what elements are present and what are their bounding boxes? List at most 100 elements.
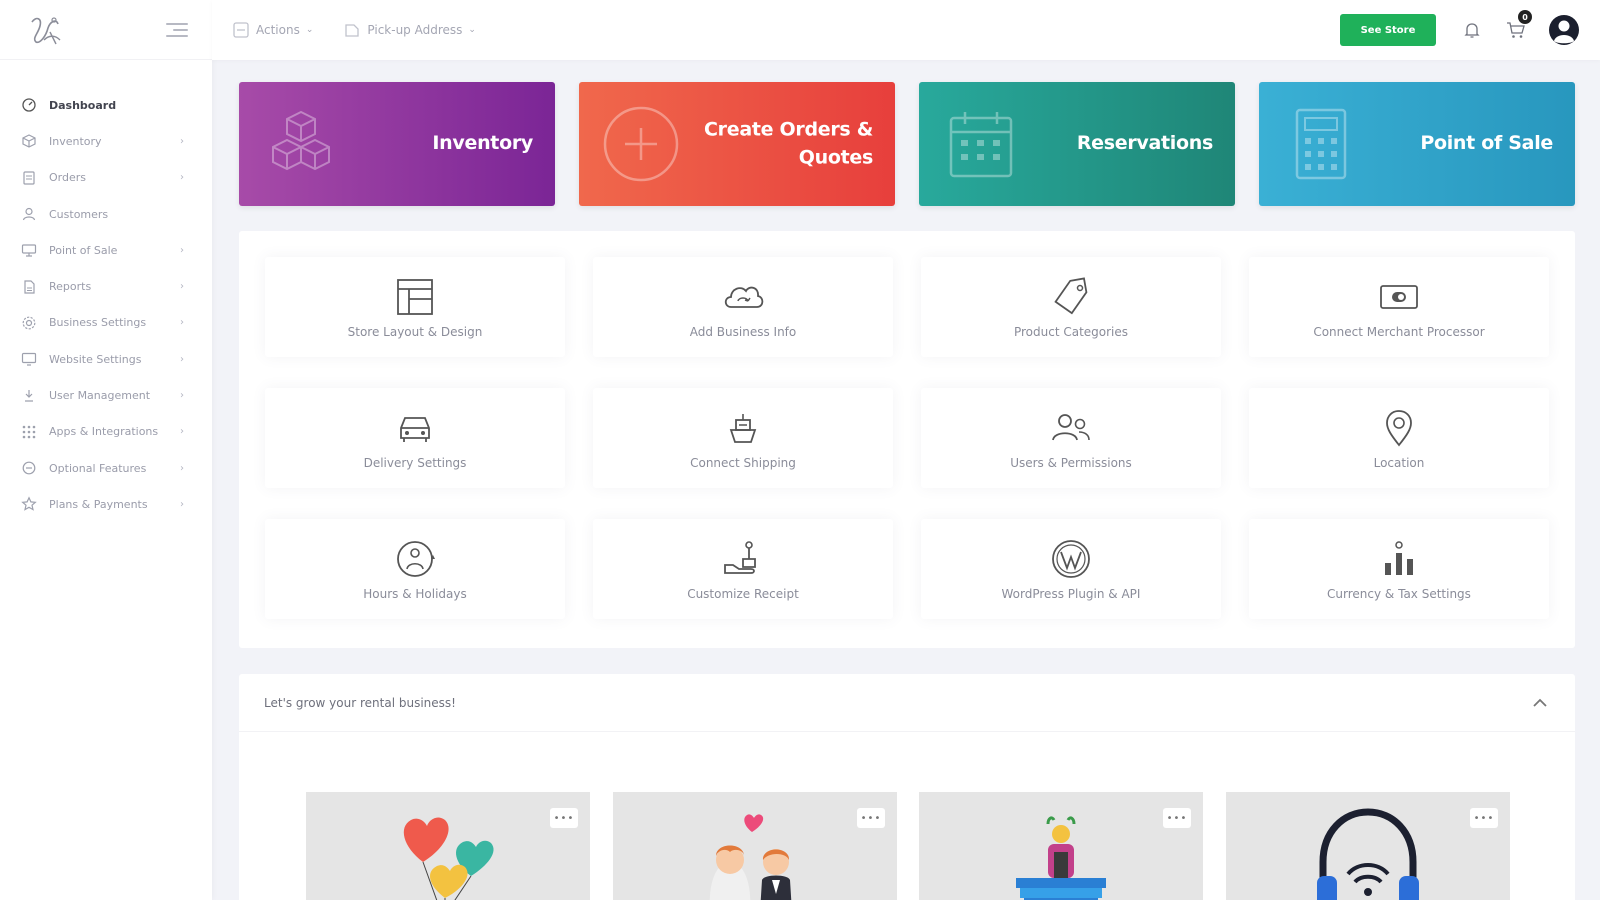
sidebar-item-optional-features[interactable]: Optional Features › [0, 450, 212, 486]
website-settings-icon [19, 349, 39, 369]
sidebar-item-business-settings[interactable]: Business Settings › [0, 305, 212, 341]
tag-icon [1049, 275, 1093, 319]
promo-menu-button[interactable]: ••• [1470, 808, 1498, 828]
grow-title: Let's grow your rental business! [264, 695, 456, 710]
wordpress-icon [1049, 537, 1093, 581]
currency-icon [1377, 537, 1421, 581]
chevron-right-icon: › [180, 498, 184, 510]
promo-card-balloons[interactable]: ••• [306, 792, 590, 900]
cart-icon[interactable]: 0 [1504, 10, 1532, 42]
dashboard-icon [19, 95, 39, 115]
promo-card-headphones[interactable]: ••• [1226, 792, 1510, 900]
pos-icon [19, 240, 39, 260]
sidebar-item-label: Optional Features [49, 461, 147, 475]
sidebar-item-label: Website Settings [49, 352, 142, 366]
point-of-sale-tile-label: Point of Sale [1420, 132, 1553, 155]
pickup-address-label: Pick-up Address [367, 23, 463, 37]
actions-label: Actions [256, 23, 300, 37]
receipt-icon [721, 537, 765, 581]
bell-icon[interactable] [1460, 18, 1484, 42]
currency-tax-settings-item[interactable]: Currency & Tax Settings [1249, 519, 1549, 619]
grow-header: Let's grow your rental business! [239, 674, 1575, 732]
promo-menu-button[interactable]: ••• [857, 808, 885, 828]
card-icon [1377, 275, 1421, 319]
setup-settings-card: Store Layout & Design Add Business Info … [239, 231, 1575, 648]
create-orders-line1: Create Orders & [704, 118, 873, 141]
point-of-sale-tile[interactable]: Point of Sale [1259, 82, 1575, 206]
promo-card-wedding[interactable]: ••• [613, 792, 897, 900]
location-item[interactable]: Location [1249, 388, 1549, 488]
ship-icon [721, 406, 765, 450]
connect-merchant-processor-item[interactable]: Connect Merchant Processor [1249, 257, 1549, 357]
calculator-icon [1295, 108, 1347, 180]
pickup-address-dropdown[interactable]: Pick-up Address ⌄ [343, 21, 476, 39]
podium-illustration [1016, 816, 1106, 900]
setting-label: Currency & Tax Settings [1327, 587, 1471, 601]
sidebar-item-customers[interactable]: Customers [0, 196, 212, 232]
pickup-icon [343, 21, 361, 39]
actions-dropdown[interactable]: Actions ⌄ [232, 21, 313, 39]
menu-toggle-icon[interactable] [166, 22, 188, 37]
add-business-info-item[interactable]: Add Business Info [593, 257, 893, 357]
create-orders-tile-label: Create Orders & Quotes [704, 116, 873, 171]
chevron-right-icon: › [180, 317, 184, 329]
sidebar-item-point-of-sale[interactable]: Point of Sale › [0, 232, 212, 268]
connect-shipping-item[interactable]: Connect Shipping [593, 388, 893, 488]
store-layout-design-item[interactable]: Store Layout & Design [265, 257, 565, 357]
users-icon [1049, 406, 1093, 450]
sidebar-item-plans-payments[interactable]: Plans & Payments › [0, 486, 212, 522]
boxes-icon [272, 110, 330, 171]
chevron-down-icon: ⌄ [305, 25, 314, 35]
promo-menu-button[interactable]: ••• [550, 808, 578, 828]
clock-icon [393, 537, 437, 581]
reservations-tile-label: Reservations [1076, 132, 1213, 155]
cart-count-badge: 0 [1518, 10, 1532, 24]
setting-label: Store Layout & Design [347, 325, 483, 339]
apps-icon [19, 422, 39, 442]
hours-holidays-item[interactable]: Hours & Holidays [265, 519, 565, 619]
delivery-settings-item[interactable]: Delivery Settings [265, 388, 565, 488]
plans-icon [19, 494, 39, 514]
promo-card-podium[interactable]: ••• [919, 792, 1203, 900]
sidebar-item-label: User Management [49, 389, 151, 403]
product-categories-item[interactable]: Product Categories [921, 257, 1221, 357]
create-orders-tile[interactable]: Create Orders & Quotes [579, 82, 895, 206]
sidebar-item-website-settings[interactable]: Website Settings › [0, 341, 212, 377]
chevron-right-icon: › [180, 353, 184, 365]
inventory-icon [19, 131, 39, 151]
avatar[interactable] [1548, 14, 1580, 46]
chevron-right-icon: › [180, 244, 184, 256]
setting-label: Add Business Info [689, 325, 797, 339]
users-permissions-item[interactable]: Users & Permissions [921, 388, 1221, 488]
orders-icon [19, 168, 39, 188]
sidebar-item-dashboard[interactable]: Dashboard [0, 87, 212, 123]
sidebar-item-user-management[interactable]: User Management › [0, 377, 212, 413]
inventory-tile[interactable]: Inventory [239, 82, 555, 206]
logo[interactable] [26, 10, 66, 50]
heart-balloons-illustration [403, 817, 494, 900]
sidebar-nav: Dashboard Inventory › Orders › Customers… [0, 60, 212, 523]
brand-bar [0, 0, 212, 60]
see-store-button[interactable]: See Store [1340, 14, 1436, 46]
setting-label: Location [1373, 456, 1425, 470]
sidebar-item-label: Reports [49, 280, 92, 294]
customize-receipt-item[interactable]: Customize Receipt [593, 519, 893, 619]
business-settings-icon [19, 313, 39, 333]
chevron-right-icon: › [180, 390, 184, 402]
sidebar-item-apps-integrations[interactable]: Apps & Integrations › [0, 414, 212, 450]
wordpress-plugin-api-item[interactable]: WordPress Plugin & API [921, 519, 1221, 619]
reservations-tile[interactable]: Reservations [919, 82, 1235, 206]
chevron-up-icon[interactable] [1530, 693, 1550, 713]
sidebar-item-orders[interactable]: Orders › [0, 160, 212, 196]
chevron-right-icon: › [180, 172, 184, 184]
sidebar-item-reports[interactable]: Reports › [0, 268, 212, 304]
chevron-right-icon: › [180, 462, 184, 474]
sidebar: Dashboard Inventory › Orders › Customers… [0, 0, 212, 900]
plus-circle-icon [603, 106, 679, 182]
sidebar-item-label: Inventory [49, 134, 102, 148]
promo-menu-button[interactable]: ••• [1163, 808, 1191, 828]
chevron-right-icon: › [180, 281, 184, 293]
chevron-right-icon: › [180, 135, 184, 147]
setting-label: Connect Shipping [690, 456, 796, 470]
sidebar-item-inventory[interactable]: Inventory › [0, 123, 212, 159]
